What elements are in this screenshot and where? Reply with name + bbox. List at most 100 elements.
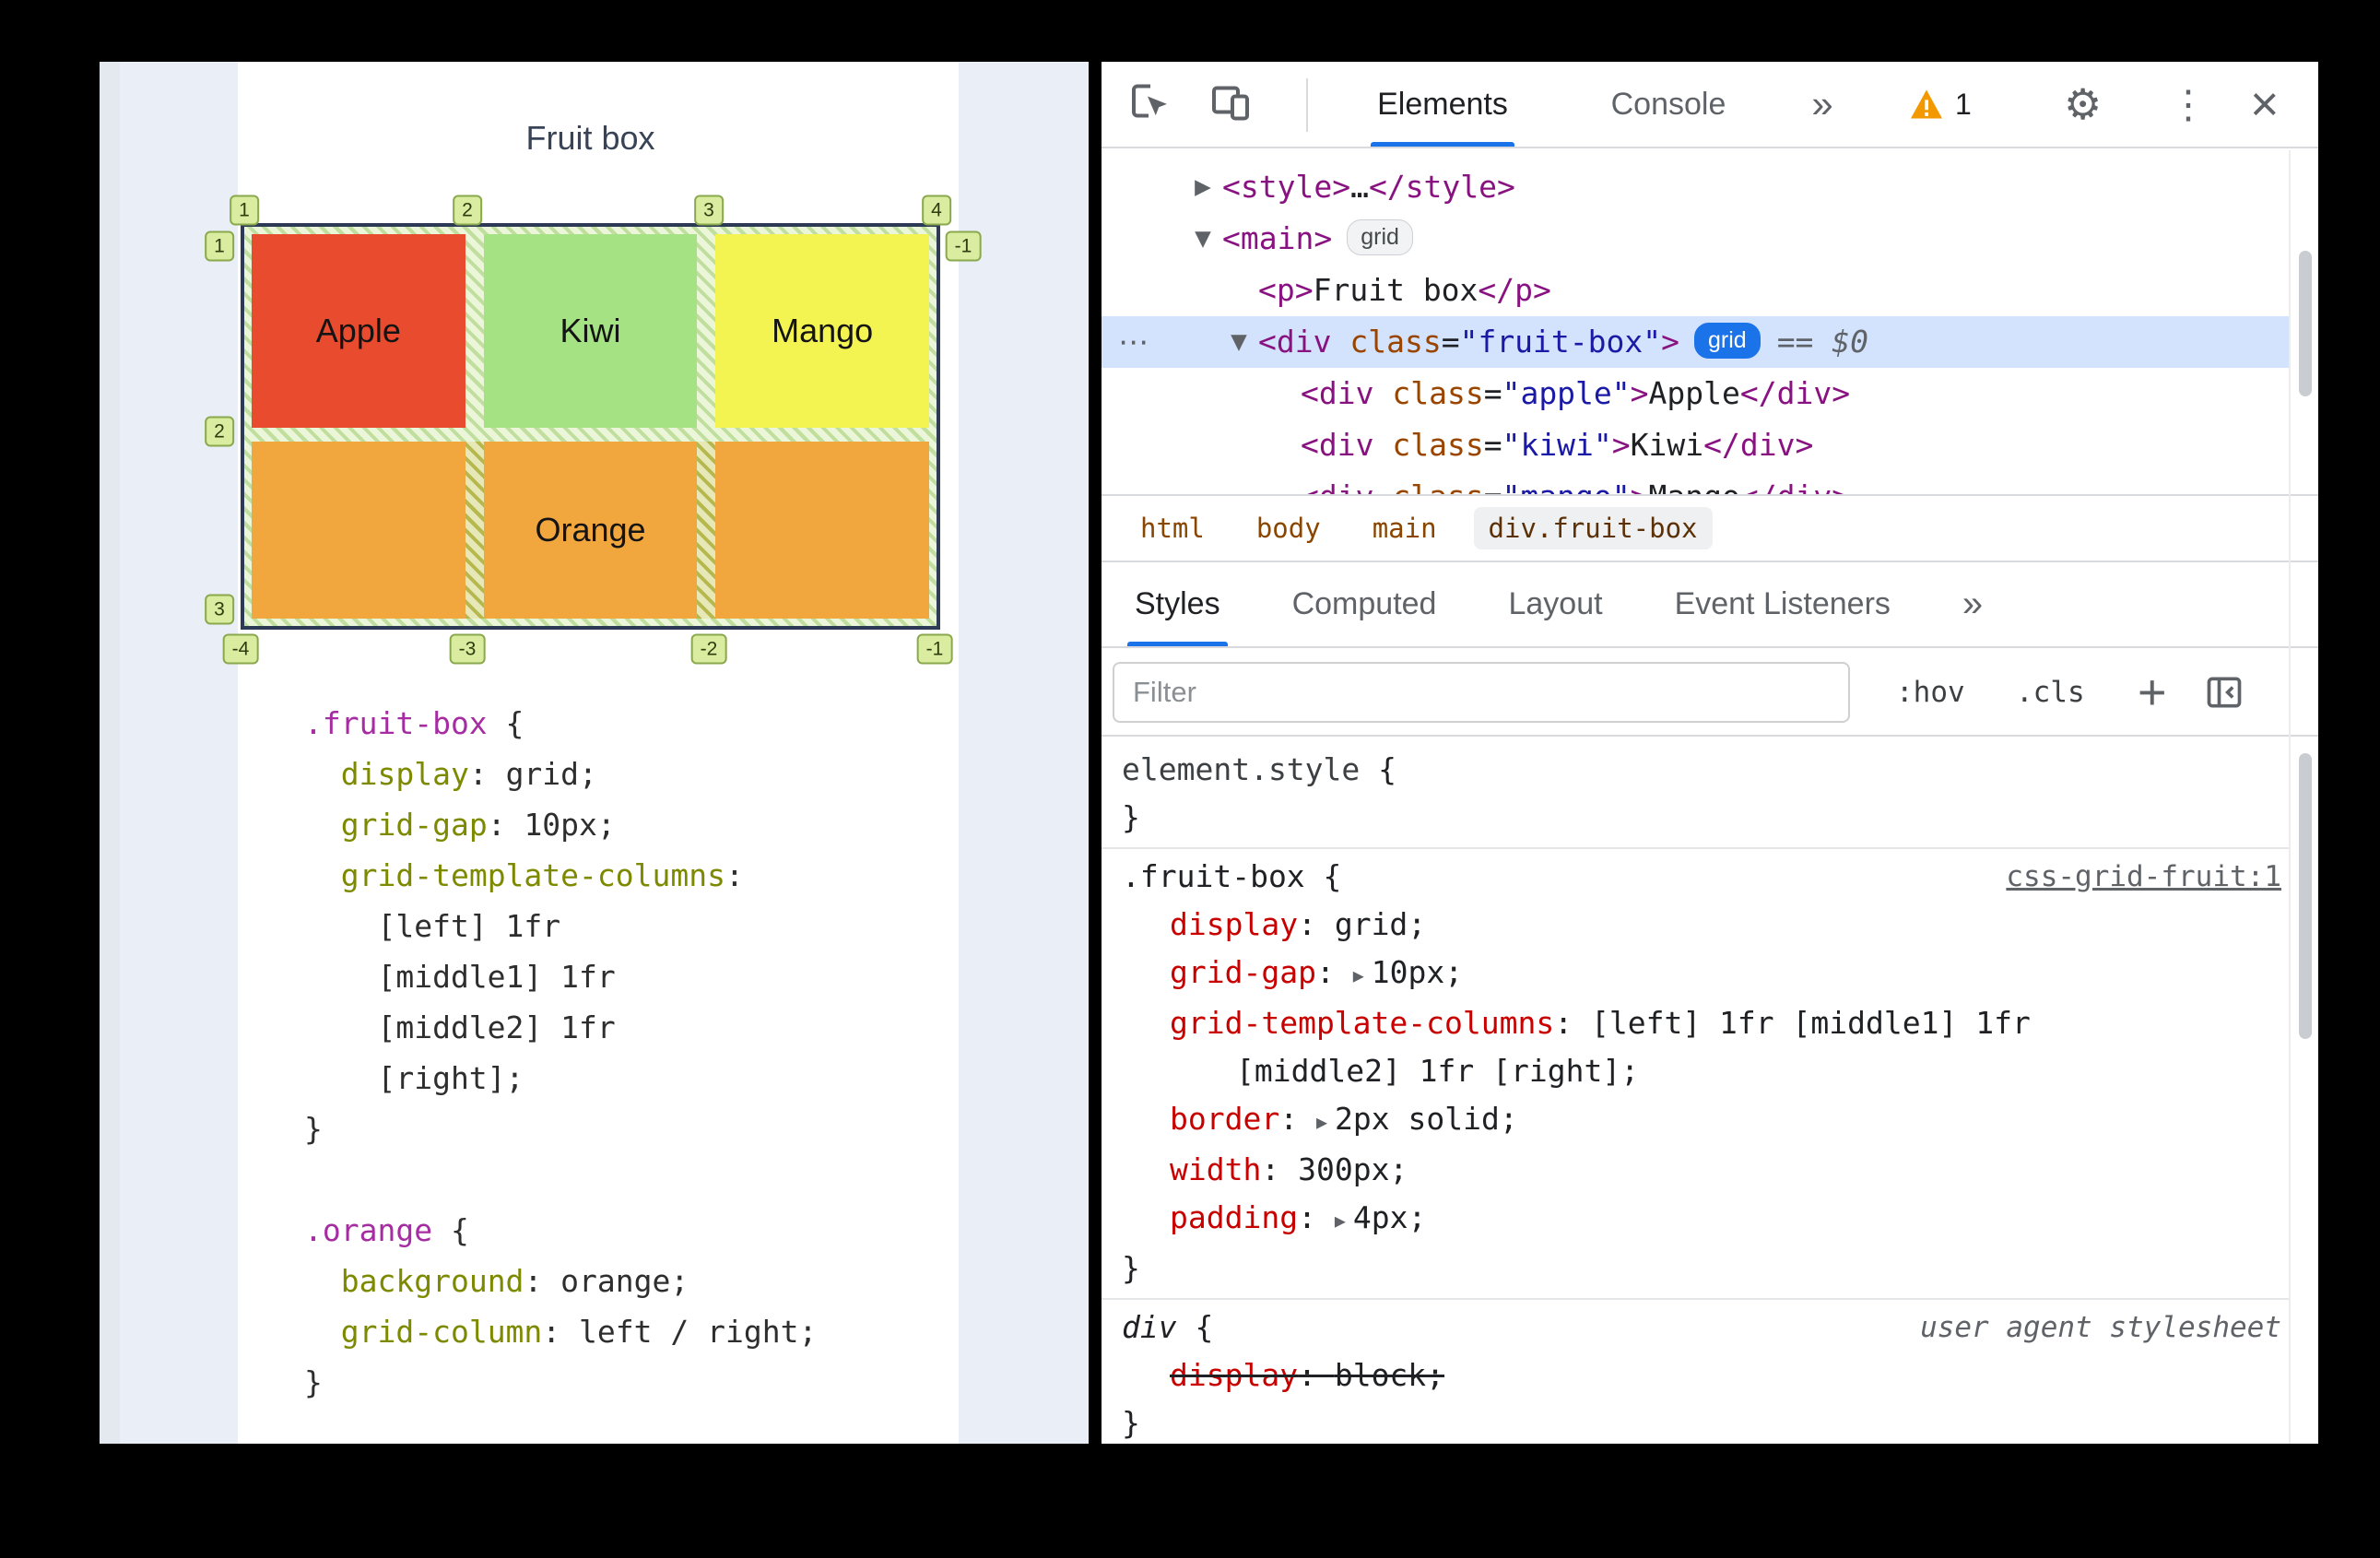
- css-property-name: border: [1170, 1101, 1280, 1137]
- warnings-button[interactable]: 1: [1909, 62, 1972, 147]
- inspect-icon-glyph: [1132, 84, 1167, 118]
- collapse-toggle-icon[interactable]: ▼: [1223, 316, 1255, 368]
- css-property-value: 2px solid;: [1335, 1101, 1518, 1137]
- css-property-value: [left] 1fr [middle1] 1fr: [1590, 1005, 2031, 1041]
- breadcrumb-item[interactable]: div.fruit-box: [1473, 507, 1713, 549]
- rule-close-brace: }: [1122, 799, 1140, 835]
- styles-scrollbar[interactable]: [2299, 753, 2312, 1039]
- grid-gap-overlay: [465, 442, 484, 619]
- grid-cell-apple: Apple: [252, 234, 465, 428]
- css-declaration[interactable]: width: 300px;: [1122, 1146, 2291, 1194]
- dom-node-text: <div class="mango">Mango</div>: [1102, 471, 1850, 494]
- rule-selector[interactable]: div: [1122, 1309, 1177, 1345]
- css-declaration[interactable]: grid-template-columns: [left] 1fr [middl…: [1122, 999, 2291, 1047]
- rule-head: div {user agent stylesheet: [1122, 1304, 2291, 1351]
- sidebar-more-tabs-icon[interactable]: »: [1962, 562, 1983, 646]
- more-panels-icon[interactable]: »: [1795, 62, 1850, 147]
- dom-node-text: <main> grid: [1102, 213, 1413, 265]
- grid-gap-overlay: [697, 442, 715, 619]
- tab-elements[interactable]: Elements: [1361, 62, 1524, 147]
- css-property-name: grid-gap: [1170, 954, 1316, 990]
- tab-console[interactable]: Console: [1599, 62, 1738, 147]
- tab-layout[interactable]: Layout: [1508, 562, 1602, 646]
- new-style-rule-button[interactable]: +: [2138, 648, 2167, 737]
- expand-toggle-icon[interactable]: ▶: [1187, 161, 1219, 213]
- css-declaration[interactable]: border: ▸ 2px solid;: [1122, 1095, 2291, 1146]
- code-line: grid-template-columns:: [340, 857, 744, 893]
- overflow-dots-icon[interactable]: ⋯: [1118, 316, 1150, 368]
- css-property-name: display: [1170, 1357, 1299, 1393]
- rule-head: .fruit-box {css-grid-fruit:1: [1122, 853, 2291, 901]
- stylesheet-source-link[interactable]: css-grid-fruit:1: [2006, 853, 2281, 901]
- sidebar-tabs: Styles Computed Layout Event Listeners »: [1102, 561, 2318, 648]
- dom-tree-row[interactable]: <div class="kiwi">Kiwi</div>: [1102, 419, 2291, 471]
- toggle-hov-button[interactable]: :hov: [1896, 648, 1965, 737]
- css-property-value: 10px;: [1371, 954, 1464, 990]
- css-declaration-wrap: [middle2] 1fr [right];: [1122, 1047, 2291, 1095]
- sidebar-toggle-icon[interactable]: [2204, 648, 2245, 737]
- dom-tree-row[interactable]: ▼ <main> grid: [1102, 213, 2291, 265]
- code-line: grid-column: left / right;: [340, 1314, 818, 1350]
- dollar-zero-hint: == $0: [1776, 324, 1869, 360]
- expand-value-icon[interactable]: ▸: [1335, 1208, 1346, 1233]
- grid-line-number: 3: [205, 594, 234, 625]
- collapse-toggle-icon[interactable]: ▼: [1187, 213, 1219, 265]
- scrollbar-gutter: [2289, 150, 2291, 1444]
- css-property-value: 4px;: [1352, 1199, 1427, 1235]
- device-toolbar-icon[interactable]: [1208, 80, 1253, 129]
- css-property-value: block;: [1334, 1357, 1445, 1393]
- dom-tree-scrollbar[interactable]: [2299, 251, 2312, 396]
- dom-node-text: <div class="kiwi">Kiwi</div>: [1301, 427, 1814, 463]
- css-property-value: grid;: [1334, 906, 1427, 942]
- grid-adorner-badge[interactable]: grid: [1347, 219, 1413, 255]
- breadcrumb-item[interactable]: body: [1242, 507, 1336, 549]
- rule-selector[interactable]: element.style: [1122, 751, 1360, 787]
- code-line: [middle1] 1fr: [304, 959, 616, 995]
- page-scrollbar-track[interactable]: [100, 62, 120, 1444]
- kebab-menu-icon[interactable]: ⋮: [2169, 82, 2208, 127]
- style-rule: .fruit-box {css-grid-fruit:1 display: gri…: [1102, 847, 2291, 1298]
- code-line: }: [304, 1364, 323, 1400]
- stylesheet-origin-label: user agent stylesheet: [1920, 1311, 2281, 1344]
- css-property-name: display: [1170, 906, 1299, 942]
- tab-event-listeners[interactable]: Event Listeners: [1675, 562, 1891, 646]
- css-property-value: 300px;: [1298, 1151, 1408, 1187]
- close-icon[interactable]: ×: [2250, 76, 2280, 133]
- dom-tree-row[interactable]: ⋯ ▼ <div class="fruit-box"> grid == $0: [1102, 316, 2291, 368]
- css-declaration[interactable]: display: grid;: [1122, 901, 2291, 949]
- dom-tree-row[interactable]: <div class="mango">Mango</div>: [1102, 471, 2291, 494]
- grid-cell-orange: Orange: [252, 442, 929, 619]
- css-property-name: width: [1170, 1151, 1262, 1187]
- grid-adorner-badge[interactable]: grid: [1694, 323, 1761, 359]
- dom-tree-row[interactable]: ▶ <style>…</style>: [1102, 161, 2291, 213]
- toggle-cls-button[interactable]: .cls: [2016, 648, 2085, 737]
- styles-filter-row: :hov .cls +: [1102, 648, 2318, 737]
- dom-tree-row[interactable]: <p>Fruit box</p>: [1102, 265, 2291, 316]
- css-declaration[interactable]: grid-gap: ▸ 10px;: [1122, 949, 2291, 999]
- breadcrumb: html body main div.fruit-box: [1102, 494, 2318, 561]
- rule-selector[interactable]: .fruit-box: [1122, 858, 1305, 894]
- inspect-icon[interactable]: [1127, 80, 1172, 129]
- code-line: grid-gap: 10px;: [340, 807, 616, 843]
- code-line: [left] 1fr: [304, 908, 561, 944]
- dom-tree-row[interactable]: <div class="apple">Apple</div>: [1102, 368, 2291, 419]
- gear-icon[interactable]: ⚙: [2064, 79, 2102, 129]
- dom-node-text: <div class="apple">Apple</div>: [1301, 375, 1851, 411]
- css-declaration[interactable]: display: block;: [1122, 1351, 2291, 1399]
- tab-computed[interactable]: Computed: [1292, 562, 1437, 646]
- expand-value-icon[interactable]: ▸: [1316, 1109, 1327, 1135]
- rule-close-brace: }: [1122, 1250, 1140, 1286]
- fruit-grid: Apple Kiwi Mango Orange: [241, 223, 940, 630]
- grid-line-number: 1: [205, 230, 234, 262]
- expand-value-icon[interactable]: ▸: [1353, 962, 1364, 988]
- breadcrumb-item[interactable]: main: [1358, 507, 1452, 549]
- tab-styles[interactable]: Styles: [1127, 562, 1228, 646]
- styles-filter-input[interactable]: [1113, 662, 1850, 723]
- dom-node-text: <div class="fruit-box"> grid == $0: [1258, 323, 1869, 360]
- breadcrumb-item[interactable]: html: [1125, 507, 1219, 549]
- page-title: Fruit box: [525, 119, 655, 157]
- browser-page: Fruit box Apple Kiwi Mango Orange 1 2 3 4 1 2 3 -1…: [100, 62, 1089, 1444]
- css-property-name: padding: [1170, 1199, 1299, 1235]
- css-declaration[interactable]: padding: ▸ 4px;: [1122, 1194, 2291, 1245]
